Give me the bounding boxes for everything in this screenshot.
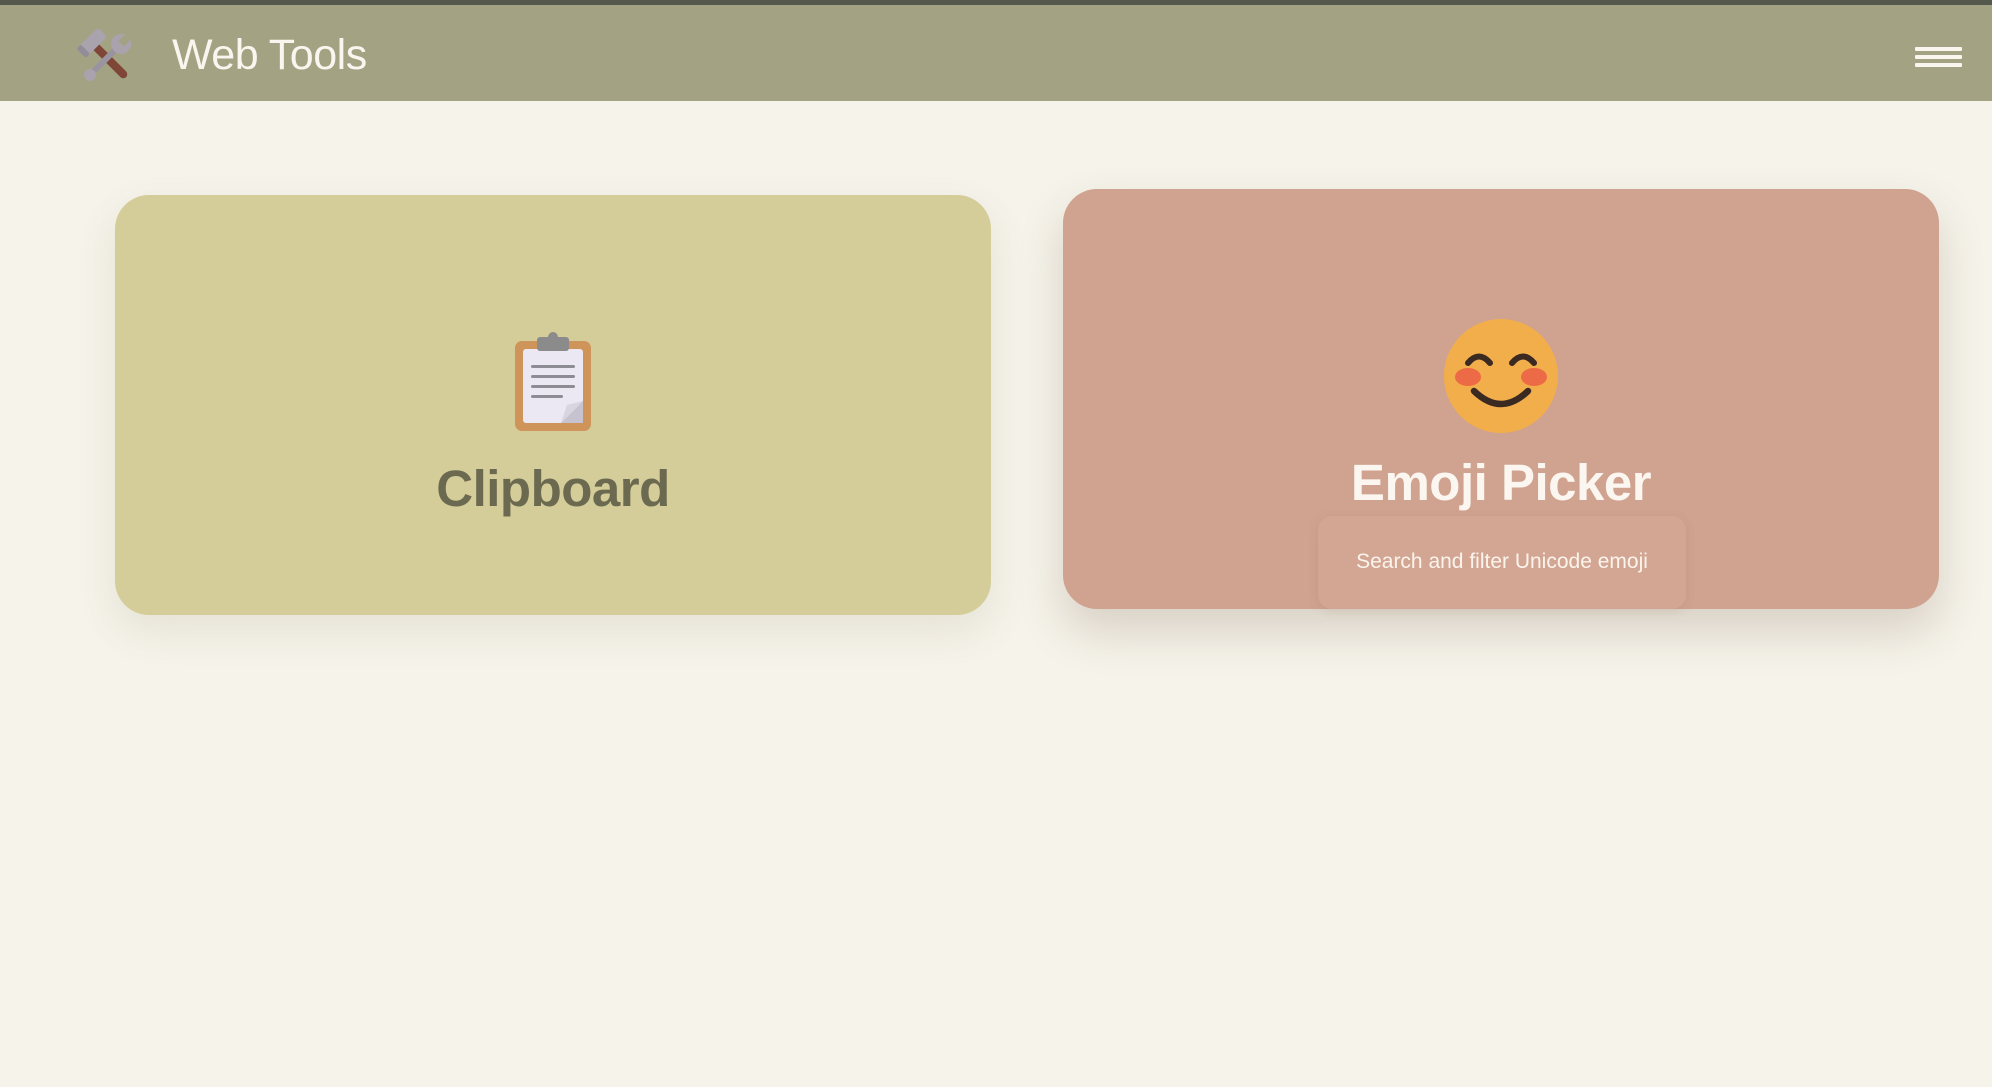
- tool-card-clipboard[interactable]: Clipboard: [115, 195, 991, 615]
- clipboard-icon: [511, 331, 595, 433]
- hamburger-menu-icon: [1915, 47, 1962, 51]
- hammer-and-wrench-icon[interactable]: [74, 25, 140, 91]
- app-header: Web Tools: [0, 5, 1992, 101]
- menu-button[interactable]: [1912, 43, 1962, 75]
- tool-description-tooltip: Search and filter Unicode emoji: [1318, 516, 1686, 609]
- tool-card-title: Emoji Picker: [1350, 454, 1652, 511]
- app-title[interactable]: Web Tools: [172, 27, 367, 83]
- smiling-face-emoji-icon: [1442, 317, 1560, 435]
- tool-card-emoji-picker[interactable]: Emoji Picker Search and filter Unicode e…: [1063, 189, 1939, 609]
- tool-card-title: Clipboard: [436, 460, 670, 517]
